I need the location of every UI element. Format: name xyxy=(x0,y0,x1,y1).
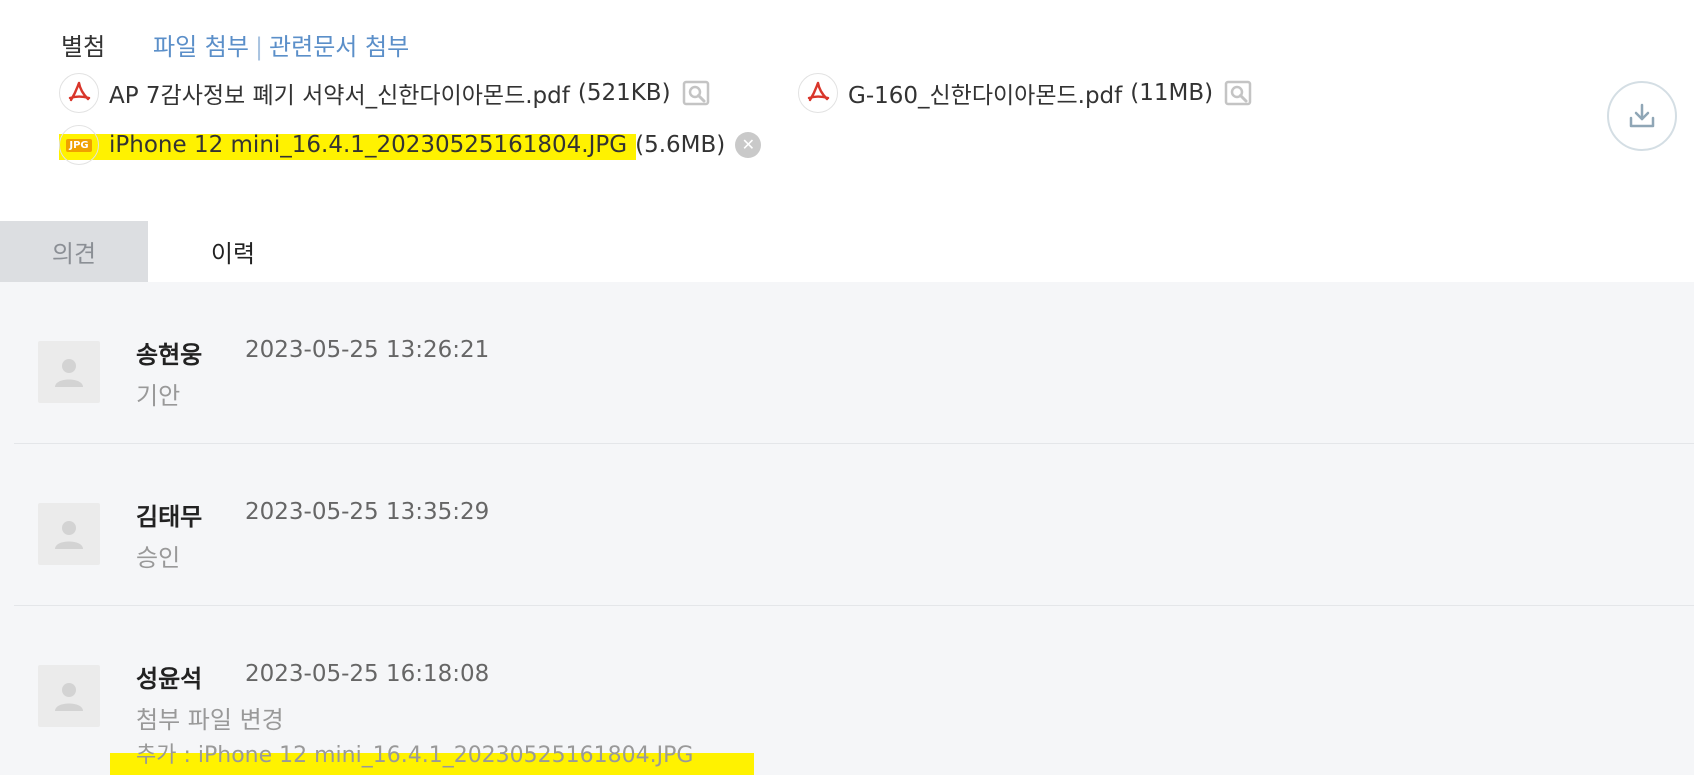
tab-bar: 의견 이력 xyxy=(0,221,1694,282)
history-detail: 추가 : iPhone 12 mini_16.4.1_2023052516180… xyxy=(136,743,694,768)
history-entry: 김태무 2023-05-25 13:35:29 승인 xyxy=(14,444,1694,606)
attachment-file-2: G-160_신한다이아몬드.pdf (11MB) xyxy=(798,73,1253,113)
preview-icon[interactable] xyxy=(681,78,711,108)
attachment-file-name[interactable]: iPhone 12 mini_16.4.1_20230525161804.JPG xyxy=(109,132,627,158)
attachment-file-size: (5.6MB) xyxy=(635,132,726,158)
attachment-file-name[interactable]: G-160_신한다이아몬드.pdf xyxy=(848,76,1122,110)
history-timestamp: 2023-05-25 13:35:29 xyxy=(245,499,490,525)
history-entry: 송현웅 2023-05-25 13:26:21 기안 xyxy=(14,282,1694,444)
user-icon xyxy=(55,359,83,387)
avatar xyxy=(38,503,100,565)
attachments-section: 별첨 파일 첨부 | 관련문서 첨부 AP 7감사정보 폐기 서약서_신한다이아몬드… xyxy=(0,0,1694,222)
attachment-file-name[interactable]: AP 7감사정보 폐기 서약서_신한다이아몬드.pdf xyxy=(109,76,570,110)
history-action: 승인 xyxy=(136,544,181,572)
user-icon xyxy=(55,521,83,549)
attach-links: 파일 첨부 | 관련문서 첨부 xyxy=(153,27,409,62)
tab-opinion[interactable]: 의견 xyxy=(0,221,148,282)
attachments-label: 별첨 xyxy=(61,33,106,61)
history-author: 김태무 xyxy=(136,503,203,531)
download-icon xyxy=(1629,103,1655,128)
avatar xyxy=(38,665,100,727)
attachment-file-size: (521KB) xyxy=(577,80,671,106)
file-attach-link[interactable]: 파일 첨부 xyxy=(153,33,249,61)
remove-icon[interactable]: ✕ xyxy=(735,132,762,158)
history-timestamp: 2023-05-25 16:18:08 xyxy=(245,661,490,687)
related-doc-attach-link[interactable]: 관련문서 첨부 xyxy=(269,33,409,61)
attachment-file-size: (11MB) xyxy=(1130,80,1214,106)
jpg-icon: JPG xyxy=(59,125,99,165)
link-separator: | xyxy=(254,33,264,61)
jpg-badge: JPG xyxy=(66,138,92,152)
history-action: 첨부 파일 변경 xyxy=(136,706,284,734)
history-entry: 성윤석 2023-05-25 16:18:08 첨부 파일 변경 추가 : iP… xyxy=(14,606,1694,768)
history-timestamp: 2023-05-25 13:26:21 xyxy=(245,337,490,363)
pdf-icon xyxy=(59,73,99,113)
download-all-button[interactable] xyxy=(1607,81,1677,151)
history-panel: 송현웅 2023-05-25 13:26:21 기안 김태무 2023-05-2… xyxy=(0,282,1694,775)
history-author: 성윤석 xyxy=(136,665,203,693)
history-action: 기안 xyxy=(136,382,181,410)
avatar xyxy=(38,341,100,403)
user-icon xyxy=(55,683,83,711)
preview-icon[interactable] xyxy=(1223,78,1253,108)
tab-history[interactable]: 이력 xyxy=(148,221,318,282)
attachment-file-1: AP 7감사정보 폐기 서약서_신한다이아몬드.pdf (521KB) xyxy=(59,73,711,113)
pdf-icon xyxy=(798,73,838,113)
attachment-file-3: JPG iPhone 12 mini_16.4.1_20230525161804… xyxy=(59,125,762,165)
history-author: 송현웅 xyxy=(136,341,203,369)
